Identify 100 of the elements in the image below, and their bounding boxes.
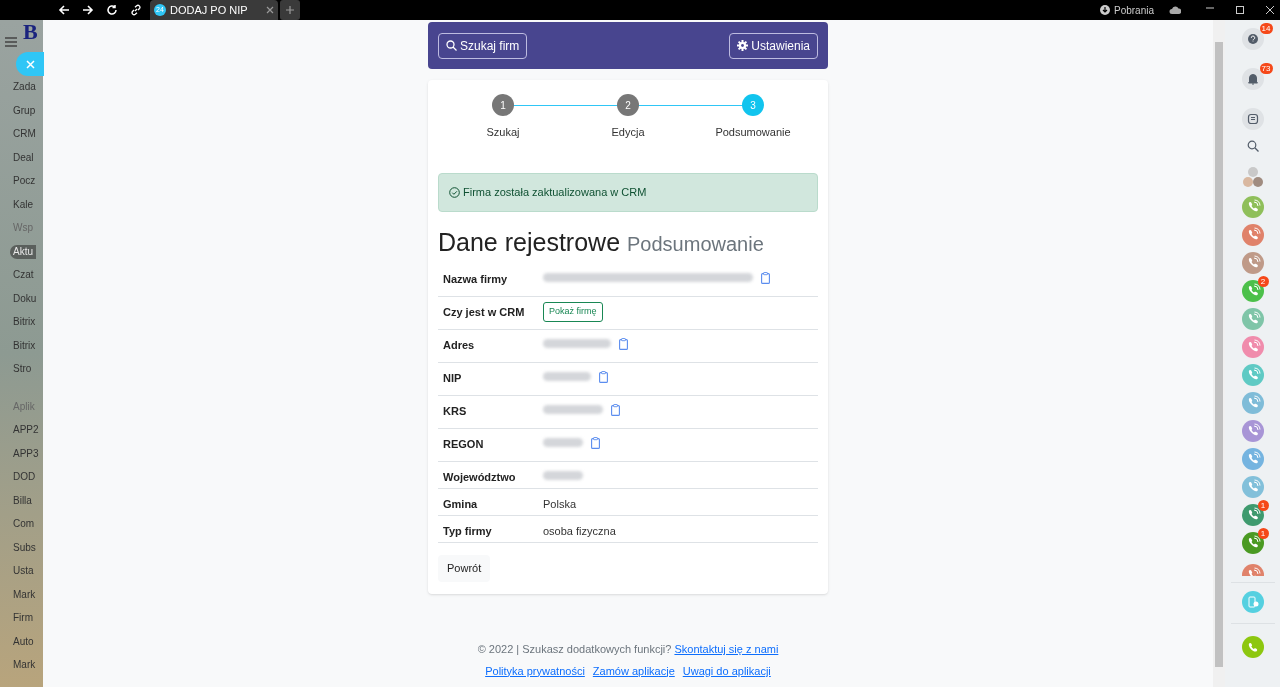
field-label: Typ firmy [443, 523, 493, 539]
sidebar-item[interactable]: DOD [10, 470, 39, 484]
count-badge: 1 [1257, 500, 1269, 511]
check-circle-icon [449, 187, 460, 198]
group-avatar-icon[interactable] [1241, 166, 1264, 188]
sidebar-item[interactable]: Bitrix [10, 315, 39, 329]
link-icon[interactable] [130, 4, 142, 16]
sidebar-item[interactable]: Deal [10, 150, 37, 165]
clipboard-icon[interactable] [619, 337, 628, 350]
sidebar-item[interactable]: Aktu [10, 244, 36, 259]
tab-title: DODAJ PO NIP [170, 2, 249, 18]
sidebar-item[interactable]: APP3 [10, 446, 42, 461]
call-icon[interactable] [1241, 392, 1264, 414]
sidebar-item[interactable]: Pocz [10, 174, 39, 188]
show-company-button[interactable]: Pokaż firmę [543, 301, 603, 322]
menu-icon[interactable] [5, 37, 17, 47]
phone-icon[interactable] [1241, 636, 1264, 658]
clipboard-icon[interactable] [611, 403, 620, 416]
help-icon[interactable] [1241, 28, 1264, 50]
search-icon [446, 40, 457, 51]
clipboard-icon[interactable] [591, 436, 600, 449]
step-label: Podsumowanie [715, 125, 791, 140]
field-label: REGON [443, 436, 485, 452]
clipboard-icon[interactable] [599, 370, 608, 383]
call-icon[interactable] [1241, 476, 1264, 498]
field-label: Nazwa firmy [443, 271, 509, 287]
reload-icon[interactable] [106, 4, 118, 16]
step-label: Edycja [611, 125, 645, 140]
step-label: Szukaj [486, 125, 520, 140]
call-icon[interactable] [1241, 196, 1264, 218]
new-tab-icon[interactable] [280, 0, 300, 20]
sidebar-item[interactable]: Grup [10, 103, 39, 118]
downloads-label[interactable]: Pobrania [1113, 2, 1154, 18]
page-title: Dane rejestrowe [438, 227, 621, 258]
call-icon[interactable] [1241, 336, 1264, 358]
redacted-value [543, 371, 591, 381]
sidebar-item[interactable]: Mark [10, 658, 39, 672]
field-value: Polska [543, 496, 577, 512]
mobile-cloud-icon[interactable] [1241, 591, 1264, 613]
call-icon[interactable] [1241, 252, 1264, 274]
sidebar-item[interactable]: Czat [10, 268, 37, 282]
call-icon[interactable] [1241, 504, 1264, 526]
sidebar-item[interactable]: Subs [10, 540, 39, 555]
field-label: Czy jest w CRM [443, 304, 526, 320]
field-label: NIP [443, 370, 463, 386]
sidebar-item[interactable]: Com [10, 517, 38, 531]
redacted-value [543, 338, 611, 348]
call-icon[interactable] [1241, 308, 1264, 330]
search-icon[interactable] [1246, 140, 1259, 152]
contact-link[interactable]: Skontaktuj się z nami [674, 641, 779, 658]
sidebar-item[interactable]: Auto [10, 634, 37, 649]
count-badge: 2 [1257, 276, 1269, 287]
sidebar-item[interactable]: Doku [10, 291, 40, 306]
maximize-icon[interactable] [1235, 5, 1245, 15]
call-icon[interactable] [1241, 280, 1264, 302]
sidebar-item[interactable]: Usta [10, 564, 37, 578]
footer-link[interactable]: Zamów aplikacje [592, 662, 675, 679]
download-icon[interactable] [1099, 5, 1110, 15]
close-button[interactable] [16, 52, 44, 76]
back-icon[interactable] [58, 4, 70, 16]
call-icon[interactable] [1241, 448, 1264, 470]
field-label: Gmina [443, 496, 479, 512]
sidebar-item[interactable]: Kale [10, 197, 36, 212]
sidebar-item[interactable]: Billa [10, 493, 35, 508]
logo-letter: B [23, 18, 38, 46]
clipboard-icon[interactable] [761, 271, 770, 284]
call-icon[interactable] [1241, 224, 1264, 246]
footer-link[interactable]: Polityka prywatności [485, 662, 585, 679]
count-badge: 14 [1259, 23, 1273, 34]
call-icon[interactable] [1241, 364, 1264, 386]
count-badge: 73 [1259, 63, 1273, 74]
redacted-value [543, 437, 583, 447]
call-icon[interactable] [1241, 420, 1264, 442]
footer-text: © 2022 | Szukasz dodatkowych funkcji? [477, 642, 672, 657]
back-button[interactable]: Powrót [438, 554, 491, 582]
forward-icon[interactable] [82, 4, 94, 16]
alert-message: Firma została zaktualizowana w CRM [463, 185, 647, 201]
cloud-icon[interactable] [1169, 5, 1181, 15]
scrollbar[interactable] [1213, 20, 1225, 687]
settings-button[interactable]: Ustawienia [729, 32, 818, 59]
footer-link[interactable]: Uwagi do aplikacji [682, 662, 771, 679]
sidebar-item[interactable]: Stro [10, 362, 35, 376]
redacted-value [543, 404, 603, 414]
search-button[interactable]: Szukaj firm [438, 32, 528, 59]
bell-icon[interactable] [1241, 68, 1264, 90]
chat-icon[interactable] [1241, 108, 1264, 130]
field-label: Adres [443, 337, 476, 353]
field-label: KRS [443, 403, 468, 419]
page-subtitle: Podsumowanie [627, 232, 764, 257]
field-value: osoba fizyczna [543, 523, 616, 539]
sidebar-item[interactable]: Zada [10, 80, 39, 94]
sidebar-item[interactable]: CRM [10, 127, 39, 141]
call-icon[interactable] [1241, 532, 1264, 554]
sidebar-item[interactable]: Bitrix [10, 338, 39, 353]
sidebar-item[interactable]: Firm [10, 611, 36, 625]
settings-icon [737, 40, 749, 51]
sidebar-item[interactable]: Mark [10, 587, 39, 602]
sidebar-item[interactable]: APP2 [10, 423, 42, 437]
close-icon[interactable] [1265, 5, 1275, 15]
close-icon [25, 59, 35, 69]
